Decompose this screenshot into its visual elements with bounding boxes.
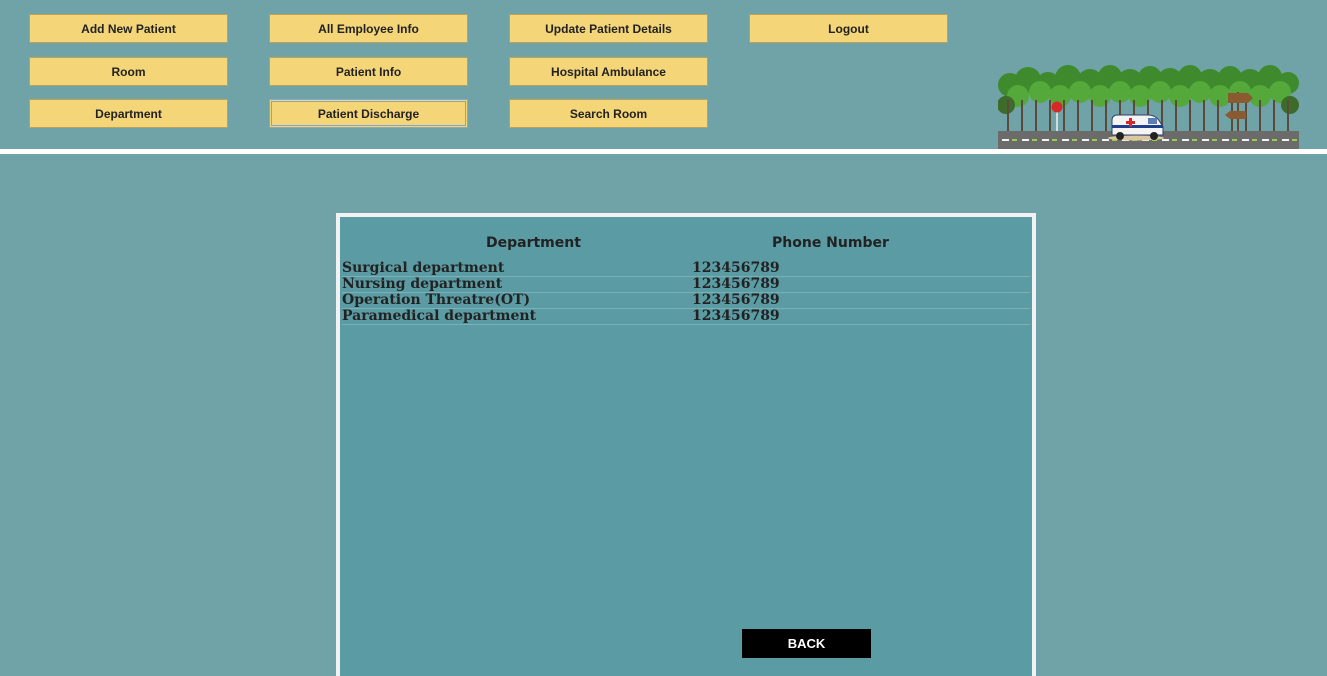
ambulance-road-illustration <box>998 65 1299 149</box>
phone-cell: 123456789 <box>692 276 780 292</box>
hospital-ambulance-button[interactable]: Hospital Ambulance <box>509 57 708 86</box>
patient-discharge-button[interactable]: Patient Discharge <box>269 99 468 128</box>
department-cell: Operation Threatre(OT) <box>342 292 531 308</box>
department-panel: Department Phone Number Surgical departm… <box>336 213 1036 676</box>
table-row[interactable]: Paramedical department 123456789 <box>342 308 1030 325</box>
table-row[interactable]: Operation Threatre(OT) 123456789 <box>342 292 1030 309</box>
patient-info-button[interactable]: Patient Info <box>269 57 468 86</box>
all-employee-info-button[interactable]: All Employee Info <box>269 14 468 43</box>
department-table: Surgical department 123456789 Nursing de… <box>342 260 1030 325</box>
column-header-phone: Phone Number <box>772 235 889 251</box>
phone-cell: 123456789 <box>692 308 780 324</box>
ambulance-icon <box>1108 114 1164 141</box>
table-row[interactable]: Nursing department 123456789 <box>342 276 1030 293</box>
department-cell: Nursing department <box>342 276 503 292</box>
phone-cell: 123456789 <box>692 260 780 276</box>
department-button[interactable]: Department <box>29 99 228 128</box>
search-room-button[interactable]: Search Room <box>509 99 708 128</box>
room-button[interactable]: Room <box>29 57 228 86</box>
column-header-department: Department <box>486 235 581 251</box>
logout-button[interactable]: Logout <box>749 14 948 43</box>
add-new-patient-button[interactable]: Add New Patient <box>29 14 228 43</box>
department-cell: Surgical department <box>342 260 505 276</box>
header-divider <box>0 149 1327 154</box>
update-patient-details-button[interactable]: Update Patient Details <box>509 14 708 43</box>
table-row[interactable]: Surgical department 123456789 <box>342 260 1030 277</box>
department-cell: Paramedical department <box>342 308 537 324</box>
back-button[interactable]: BACK <box>742 629 871 658</box>
phone-cell: 123456789 <box>692 292 780 308</box>
